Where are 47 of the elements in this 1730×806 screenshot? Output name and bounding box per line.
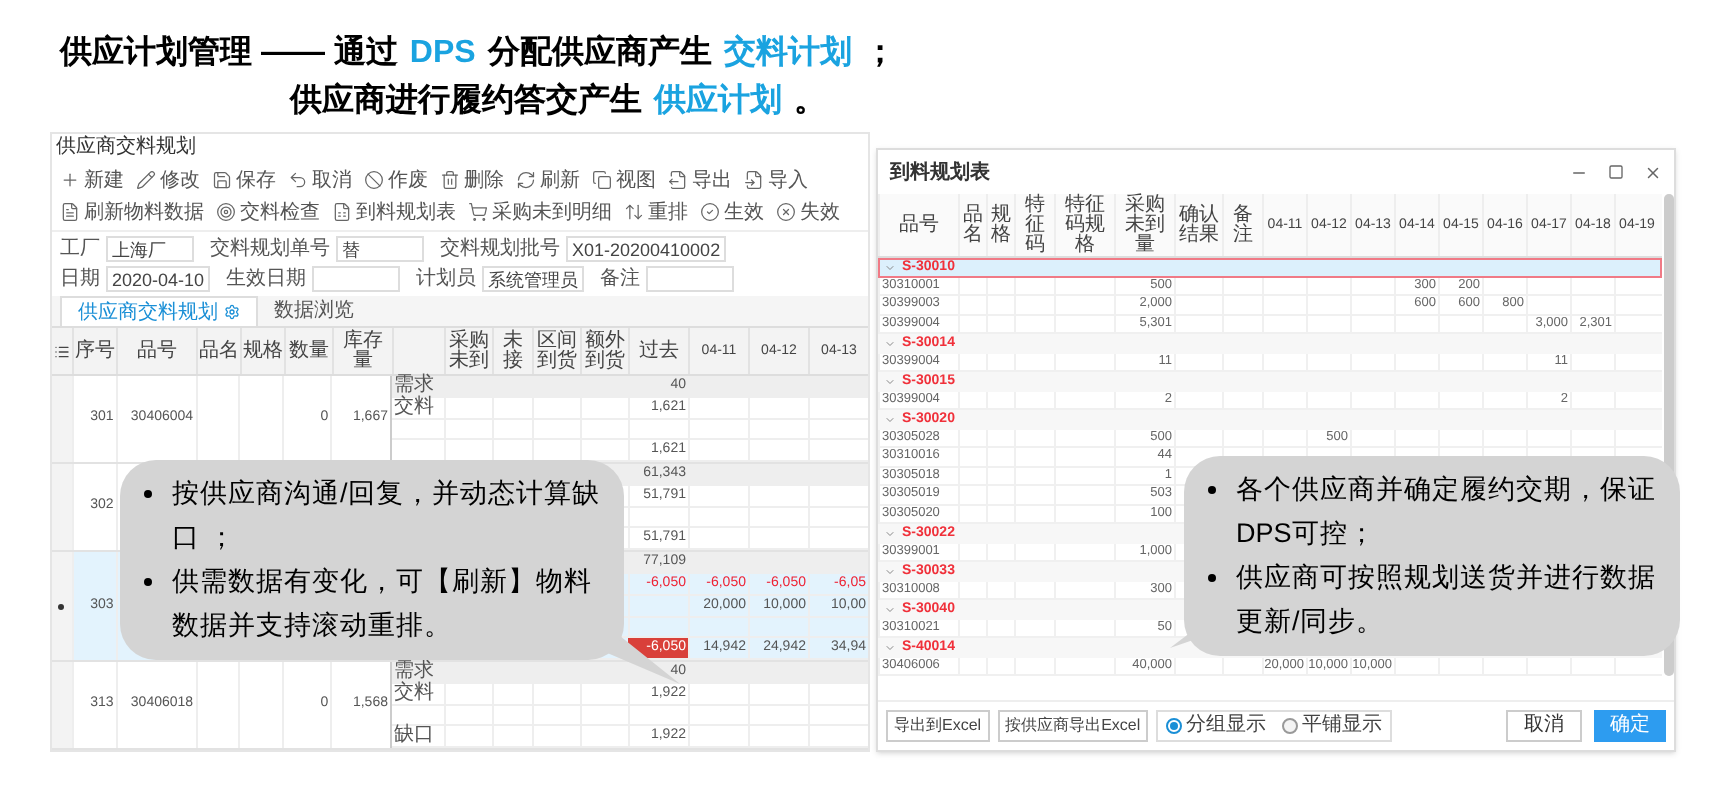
- dialog-title: 到料规划表: [890, 159, 990, 187]
- heading-text: DPS: [409, 34, 476, 74]
- heading-text: 供应计划管理 —— 通过: [60, 32, 398, 74]
- window-title: 供应商交料规划: [56, 138, 196, 158]
- column-header: 品号: [899, 215, 939, 235]
- column-header: 额外到货: [583, 331, 627, 371]
- column-header: 序号: [75, 341, 115, 361]
- row-label: 缺口: [394, 726, 434, 746]
- column-header: 确认结果: [1177, 205, 1221, 245]
- column-header: 特征码规格: [1063, 195, 1107, 255]
- radio-label: 分组显示: [1186, 716, 1267, 736]
- callout-text: 各个供应商并确定履约交期，保证DPS可控；: [1236, 472, 1656, 552]
- column-header: 规格: [243, 341, 283, 361]
- column-header: 品号: [137, 341, 177, 361]
- column-header: 未接: [501, 331, 525, 371]
- row-label: 交料: [394, 398, 434, 418]
- column-header: 区间到货: [535, 331, 579, 371]
- row-label: 需求: [394, 662, 434, 682]
- heading-text: 交料计划: [723, 32, 852, 74]
- field-label: 计划员: [416, 267, 477, 291]
- callout-text: 按供应商沟通/回复，并动态计算缺口 ；: [172, 476, 600, 556]
- heading-text: ；: [863, 34, 896, 74]
- callout-text: 供应商可按照规划送货并进行数据更新/同步。: [1236, 560, 1656, 640]
- row-label: 需求: [394, 376, 434, 396]
- field-label: 日期: [60, 267, 100, 291]
- heading-text: 分配供应商产生: [487, 32, 712, 74]
- row-label: 交料: [394, 684, 434, 704]
- heading-text: 供应商进行履约答交产生: [290, 80, 642, 122]
- column-header: 采购未到: [447, 331, 491, 371]
- field-label: 生效日期: [226, 267, 307, 291]
- column-header: 规格: [989, 205, 1013, 245]
- callout-text: 供需数据有变化，可【刷新】物料数据并支持滚动重排。: [172, 564, 594, 644]
- column-header: 数量: [289, 341, 329, 361]
- column-header: 特征码: [1023, 195, 1047, 255]
- radio-label: 平铺显示: [1302, 716, 1383, 736]
- column-header: 库存量: [341, 331, 385, 371]
- column-header: 过去: [639, 341, 679, 361]
- column-header: 品名: [961, 205, 985, 245]
- column-header: 品名: [199, 341, 239, 361]
- field-label: 交料规划批号: [440, 237, 560, 261]
- column-header: 备注: [1231, 205, 1255, 245]
- column-header: 采购未到量: [1123, 195, 1167, 255]
- field-label: 工厂: [60, 237, 100, 261]
- field-label: 备注: [600, 267, 641, 291]
- heading-text: 供应计划: [654, 80, 782, 122]
- field-label: 交料规划单号: [210, 237, 330, 261]
- heading-text: 。: [794, 82, 826, 122]
